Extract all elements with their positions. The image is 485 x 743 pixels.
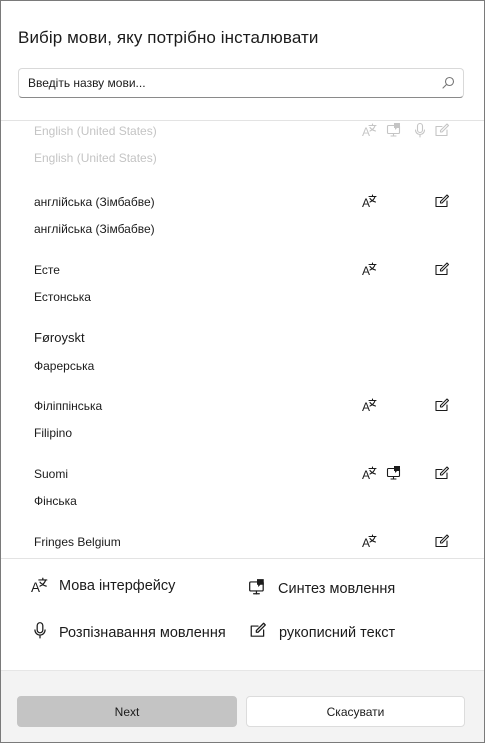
display-language-icon: A (362, 122, 378, 138)
display-language-icon: A (362, 533, 378, 549)
svg-text:A: A (362, 264, 370, 277)
handwriting-icon (434, 193, 450, 209)
speech-recognition-icon (31, 621, 49, 639)
handwriting-icon (434, 465, 450, 481)
text-to-speech-icon (386, 122, 402, 138)
svg-text:A: A (362, 196, 370, 209)
svg-text:A: A (362, 125, 370, 138)
dialog-footer: Next Скасувати (1, 670, 484, 742)
svg-text:A: A (31, 580, 40, 594)
language-native-name: Suomi (34, 467, 69, 481)
language-item-faroese[interactable]: Føroyskt Фарерська (1, 330, 484, 398)
language-localized-name: Фінська (34, 494, 77, 508)
svg-text:A: A (362, 400, 370, 413)
language-item-estonian[interactable]: Есте Естонська A (1, 261, 484, 331)
language-localized-name: англійська (Зімбабве) (34, 222, 155, 236)
language-item-english-zimbabwe[interactable]: англійська (Зімбабве) англійська (Зімбаб… (1, 193, 484, 263)
handwriting-icon (434, 397, 450, 413)
legend-text-to-speech: Синтез мовлення (278, 581, 396, 597)
cancel-button[interactable]: Скасувати (246, 696, 465, 727)
language-list[interactable]: English (United States) English (United … (1, 120, 484, 559)
language-search-box[interactable] (18, 68, 464, 98)
handwriting-icon (249, 621, 267, 639)
language-item-english-us: English (United States) English (United … (1, 122, 484, 192)
language-localized-name: Фарерська (34, 359, 95, 373)
handwriting-icon (434, 122, 450, 138)
svg-text:A: A (362, 468, 370, 481)
language-localized-name: Естонська (34, 290, 91, 304)
display-language-icon: A (362, 193, 378, 209)
language-item-filipino[interactable]: Філіппінська Filipino A (1, 397, 484, 467)
language-localized-name: English (United States) (34, 151, 157, 165)
text-to-speech-icon (248, 578, 266, 596)
display-language-icon: A (362, 261, 378, 277)
legend-speech-recognition: Розпізнавання мовлення (59, 625, 226, 641)
display-language-icon: A (362, 397, 378, 413)
handwriting-icon (434, 533, 450, 549)
svg-text:A: A (362, 536, 370, 549)
language-native-name: Есте (34, 263, 60, 277)
display-language-icon: A (31, 576, 49, 594)
language-native-name: Філіппінська (34, 399, 103, 413)
language-native-name: Føroyskt (34, 330, 85, 345)
language-item-finnish[interactable]: Suomi Фінська A (1, 465, 484, 535)
dialog-title: Вибір мови, яку потрібно інсталювати (18, 28, 319, 47)
legend-handwriting: рукописний текст (279, 625, 396, 641)
search-icon[interactable] (441, 76, 455, 90)
language-item-fringes-belgium[interactable]: Fringes Belgium A (1, 533, 484, 558)
next-button[interactable]: Next (17, 696, 237, 727)
language-native-name: English (United States) (34, 124, 157, 138)
language-native-name: англійська (Зімбабве) (34, 195, 155, 209)
language-localized-name: Filipino (34, 426, 73, 440)
install-language-dialog: Вибір мови, яку потрібно інсталювати Eng… (0, 0, 485, 743)
legend-display-language: Мова інтерфейсу (59, 578, 176, 594)
text-to-speech-icon (386, 465, 402, 481)
speech-recognition-icon (412, 122, 428, 138)
search-input[interactable] (28, 74, 428, 92)
handwriting-icon (434, 261, 450, 277)
language-native-name: Fringes Belgium (34, 535, 121, 549)
display-language-icon: A (362, 465, 378, 481)
